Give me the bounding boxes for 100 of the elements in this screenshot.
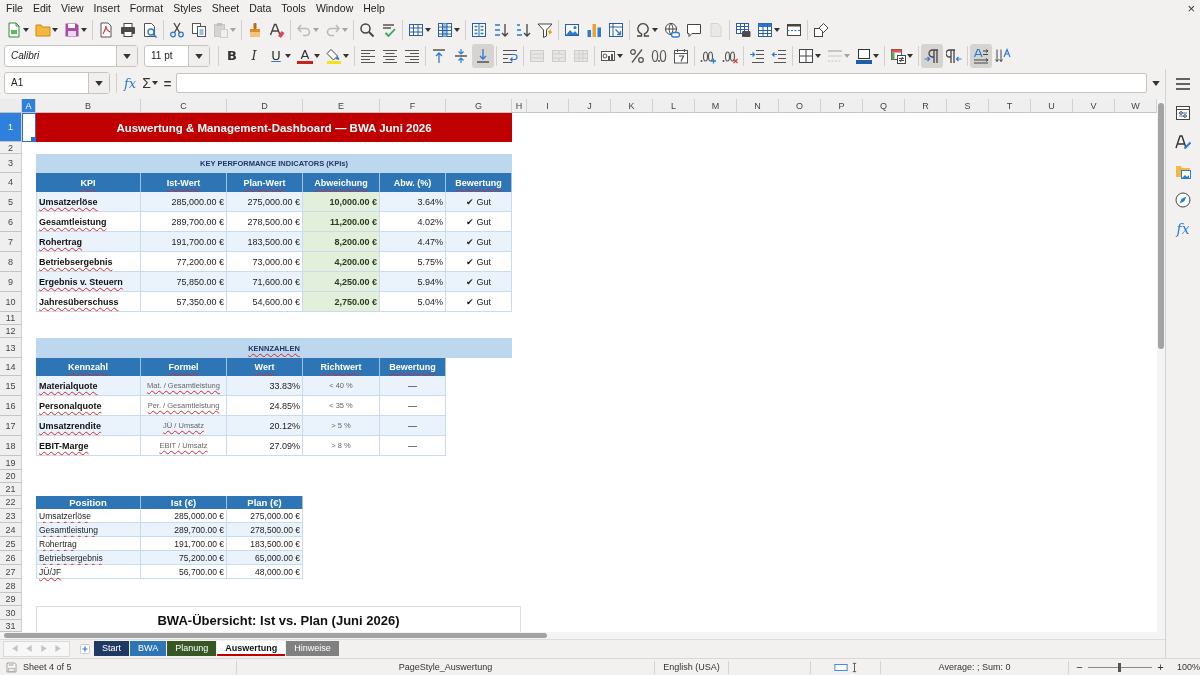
horizontal-scrollbar[interactable] [0,632,1165,639]
formula-input-field[interactable] [176,73,1147,93]
menu-item[interactable]: File [1,1,28,16]
column-header[interactable]: D [227,99,303,113]
row-header[interactable]: 22 [0,496,22,509]
menu-item[interactable]: Edit [27,1,56,16]
menu-item[interactable]: Data [244,1,277,16]
row-header[interactable]: 19 [0,456,22,470]
menu-item[interactable]: Format [124,1,169,16]
column-header[interactable]: S [947,99,989,113]
sheet-tab[interactable]: Auswertung [217,641,286,656]
bold-button[interactable]: B [221,44,243,68]
function-wizard-button[interactable]: fx [121,75,140,91]
align-bottom-button[interactable] [472,44,494,68]
column-header[interactable]: K [611,99,653,113]
row-header[interactable]: 1 [0,113,22,142]
column-header[interactable]: T [989,99,1031,113]
text-cursor-icon[interactable] [852,661,857,673]
row-header[interactable]: 12 [0,325,22,338]
zoom-in-button[interactable]: + [1156,661,1165,673]
menu-item[interactable]: Window [310,1,359,16]
column-header[interactable]: G [446,99,512,113]
column-header[interactable]: E [303,99,380,113]
formula-button[interactable]: = [160,75,175,91]
row-header[interactable]: 21 [0,483,22,496]
column-header[interactable]: H [512,99,527,113]
caret-icon [230,28,236,32]
row-header[interactable]: 23 [0,509,22,523]
functions-deck-button[interactable]: fx [1171,218,1195,240]
font-color-button[interactable]: A [294,44,323,68]
column-header[interactable]: C [141,99,227,113]
italic-button[interactable]: I [243,44,265,68]
menu-item[interactable]: Styles [168,1,207,16]
column-header[interactable]: M [695,99,737,113]
column-header[interactable]: V [1073,99,1115,113]
row-header[interactable]: 8 [0,252,22,272]
row-header[interactable]: 31 [0,620,22,632]
column-header[interactable]: L [653,99,695,113]
column-header[interactable]: I [527,99,569,113]
row-header[interactable]: 18 [0,436,22,456]
menu-item[interactable]: Insert [88,1,125,16]
row-header[interactable]: 5 [0,192,22,212]
column-header[interactable]: O [779,99,821,113]
dropdown-button[interactable] [116,46,137,66]
close-document-button[interactable]: × [1187,1,1195,16]
row-header[interactable]: 16 [0,396,22,416]
column-header[interactable]: R [905,99,947,113]
sheet-tab[interactable]: Start [94,641,129,656]
table-cell: Umsatzerlöse [36,192,141,212]
menu-item[interactable]: Tools [276,1,311,16]
name-box[interactable]: A1 [4,72,110,94]
menu-item[interactable]: Help [358,1,390,16]
column-header[interactable]: N [737,99,779,113]
column-header[interactable]: Q [863,99,905,113]
column-header[interactable]: F [380,99,446,113]
column-header[interactable]: U [1031,99,1073,113]
dropdown-button[interactable] [188,46,209,66]
column-header[interactable]: B [36,99,141,113]
row-header[interactable]: 25 [0,537,22,551]
row-header[interactable]: 11 [0,312,22,325]
row-header[interactable]: 14 [0,358,22,376]
sum-button[interactable]: Σ [139,75,161,91]
sheet-tab[interactable]: Planung [167,641,217,656]
font-name-combobox[interactable]: Calibri [4,45,138,67]
zoom-out-button[interactable]: − [1075,661,1084,673]
row-header[interactable]: 17 [0,416,22,436]
row-header[interactable]: 13 [0,338,22,358]
row-header[interactable]: 24 [0,523,22,537]
left-to-right-button[interactable] [921,44,943,68]
vertical-scrollbar[interactable] [1157,99,1165,632]
row-header[interactable]: 30 [0,606,22,620]
row-header[interactable]: 9 [0,272,22,292]
menu-item[interactable]: Sheet [206,1,245,16]
menu-item[interactable]: View [56,1,89,16]
column-header[interactable]: W [1115,99,1157,113]
row-header[interactable]: 4 [0,173,22,192]
row-header[interactable]: 15 [0,376,22,396]
plus-icon[interactable] [80,643,90,654]
column-header[interactable]: P [821,99,863,113]
font-size-combobox[interactable]: 11 pt [144,45,210,67]
column-header[interactable]: J [569,99,611,113]
row-header[interactable]: 27 [0,565,22,579]
zoom-slider-thumb[interactable] [1118,662,1122,672]
row-header[interactable]: 6 [0,212,22,232]
table-cell: 4.02% [380,212,446,232]
row-header[interactable]: 10 [0,292,22,312]
dropdown-button[interactable] [88,73,109,93]
row-header[interactable]: 20 [0,470,22,483]
row-header[interactable]: 28 [0,579,22,593]
underline-button[interactable]: U [265,44,294,68]
column-header[interactable]: A [22,99,36,113]
row-header[interactable]: 3 [0,154,22,173]
row-header[interactable]: 2 [0,142,22,154]
sheet-tab[interactable]: Hinweise [286,641,339,656]
row-header[interactable]: 7 [0,232,22,252]
rectangle-icon[interactable] [834,662,848,672]
sheet-tab[interactable]: BWA [130,641,167,656]
row-header[interactable]: 26 [0,551,22,565]
text-direction-button[interactable] [970,44,992,68]
row-header[interactable]: 29 [0,593,22,606]
